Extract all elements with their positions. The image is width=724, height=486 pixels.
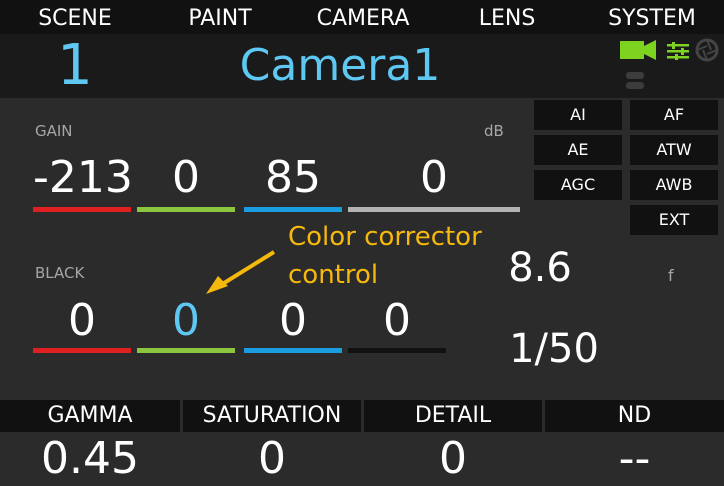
black-master-value[interactable]: 0	[348, 296, 446, 346]
saturation-value[interactable]: 0	[183, 432, 361, 486]
gain-master-bar	[348, 207, 520, 212]
gamma-value[interactable]: 0.45	[0, 432, 180, 486]
black-master-bar	[348, 348, 446, 353]
nd-value[interactable]: --	[545, 432, 724, 486]
detail-value[interactable]: 0	[364, 432, 542, 486]
gain-green-value[interactable]: 0	[137, 153, 235, 203]
gain-label: GAIN	[35, 122, 73, 140]
gain-master-value[interactable]: 0	[348, 153, 520, 203]
camera-control-screen: SCENE PAINT CAMERA LENS SYSTEM 1 Camera1…	[0, 0, 724, 486]
tab-camera[interactable]: CAMERA	[298, 0, 428, 34]
annotation-arrow-icon	[206, 250, 276, 294]
black-red-value[interactable]: 0	[33, 296, 131, 346]
ai-button[interactable]: AI	[534, 100, 622, 130]
gain-blue-bar	[244, 207, 342, 212]
annotation-line2: control	[288, 260, 379, 290]
shutter-value[interactable]: 1/50	[498, 324, 610, 374]
tab-lens[interactable]: LENS	[452, 0, 562, 34]
saturation-header: SATURATION	[183, 400, 361, 432]
detail-header: DETAIL	[364, 400, 542, 432]
iris-value[interactable]: 8.6	[500, 243, 580, 293]
nd-header: ND	[545, 400, 724, 432]
af-button[interactable]: AF	[630, 100, 718, 130]
gain-red-bar	[33, 207, 131, 212]
gamma-header: GAMMA	[0, 400, 180, 432]
atw-button[interactable]: ATW	[630, 135, 718, 165]
scene-number[interactable]: 1	[40, 34, 110, 98]
gain-unit: dB	[484, 122, 504, 140]
awb-button[interactable]: AWB	[630, 170, 718, 200]
black-blue-value[interactable]: 0	[244, 296, 342, 346]
tab-scene[interactable]: SCENE	[20, 0, 130, 34]
tab-system[interactable]: SYSTEM	[592, 0, 712, 34]
black-blue-bar	[244, 348, 342, 353]
camera-name[interactable]: Camera1	[200, 34, 480, 98]
video-camera-icon	[620, 40, 656, 60]
black-green-value[interactable]: 0	[137, 296, 235, 346]
tab-paint[interactable]: PAINT	[165, 0, 275, 34]
storage-icon	[626, 72, 644, 89]
ae-button[interactable]: AE	[534, 135, 622, 165]
gain-red-value[interactable]: -213	[33, 153, 133, 203]
iris-unit: f	[668, 266, 674, 285]
sliders-icon[interactable]	[667, 42, 689, 60]
aperture-icon[interactable]	[695, 38, 719, 62]
black-label: BLACK	[35, 264, 85, 282]
black-green-bar	[137, 348, 235, 353]
gain-green-bar	[137, 207, 235, 212]
annotation-line1: Color corrector	[288, 222, 482, 252]
black-red-bar	[33, 348, 131, 353]
agc-button[interactable]: AGC	[534, 170, 622, 200]
ext-button[interactable]: EXT	[630, 205, 718, 235]
gain-blue-value[interactable]: 85	[244, 153, 342, 203]
